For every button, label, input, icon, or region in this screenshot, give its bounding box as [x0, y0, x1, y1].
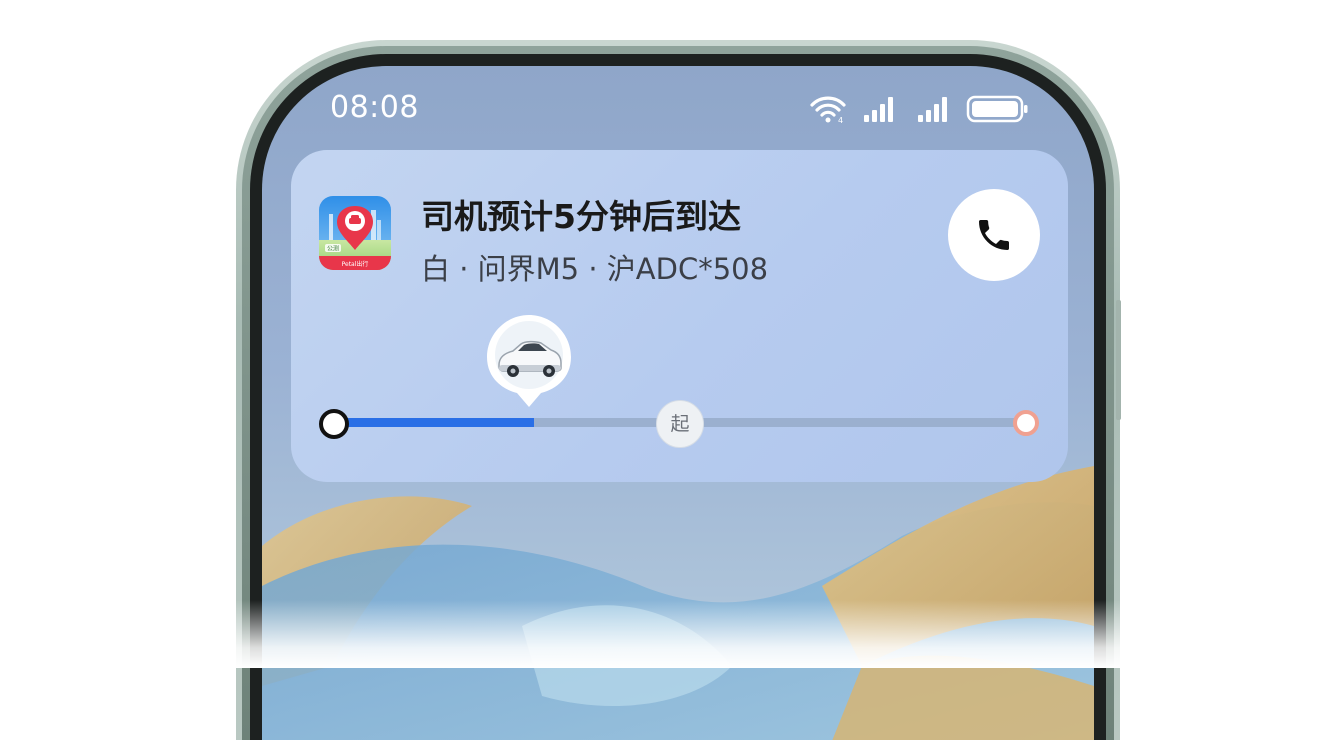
pickup-point-marker: 起 [656, 400, 704, 448]
svg-text:4: 4 [838, 116, 843, 124]
phone-side-button [1116, 300, 1121, 420]
wifi-icon: 4 [810, 96, 846, 124]
status-bar-icons: 4 [808, 94, 1030, 124]
notification-title: 司机预计5分钟后到达 [421, 197, 741, 236]
route-progress-fill [333, 418, 534, 427]
signal-bars-icon [864, 97, 893, 122]
status-bar-time: 08:08 [330, 90, 419, 125]
signal-bars-icon [918, 97, 947, 122]
car-location-pin [487, 315, 571, 407]
call-driver-button[interactable] [948, 189, 1040, 281]
vehicle-info: 白 · 问界M5 · 沪ADC*508 [421, 252, 769, 286]
app-icon-badge: 公测 [327, 245, 339, 253]
app-logo-icon: 公测 Petal出行 [319, 196, 391, 270]
driver-start-marker [319, 409, 349, 439]
destination-marker [1013, 410, 1039, 436]
app-icon-label: Petal出行 [342, 260, 369, 268]
battery-icon [966, 95, 1028, 123]
petal-app-icon[interactable]: 公测 Petal出行 [319, 196, 391, 270]
bottom-fade [0, 600, 1336, 668]
phone-icon [979, 220, 1009, 250]
